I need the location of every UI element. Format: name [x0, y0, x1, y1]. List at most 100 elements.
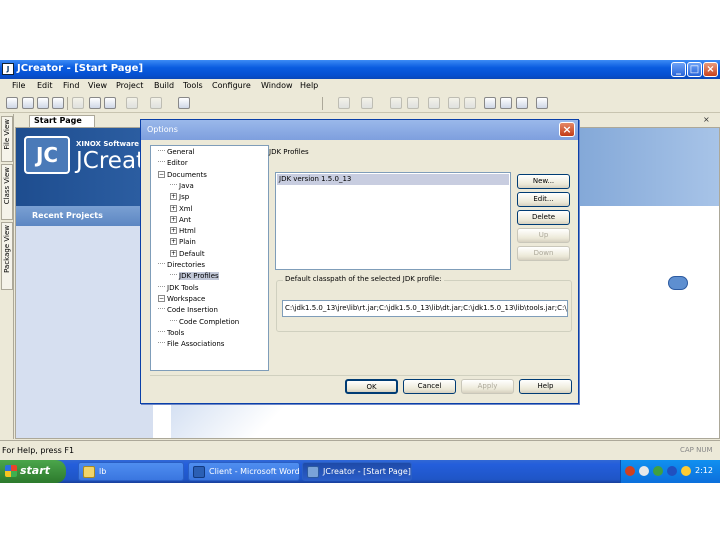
minimize-button[interactable]: _: [671, 62, 686, 77]
menu-build[interactable]: Build: [154, 81, 174, 90]
task-jcreator[interactable]: JCreator - [Start Page]: [302, 462, 412, 481]
tab-start-page[interactable]: Start Page: [29, 115, 95, 127]
undo-icon[interactable]: [126, 97, 138, 109]
tree-item[interactable]: + Ant: [170, 215, 191, 226]
title-bar[interactable]: J JCreator - [Start Page] _ □ ×: [0, 60, 720, 79]
task-word[interactable]: Client - Microsoft Word: [188, 462, 300, 481]
tree-item[interactable]: Code Insertion: [158, 305, 218, 316]
tree-connector: [158, 263, 165, 264]
tab-package-view[interactable]: Package View: [1, 222, 13, 290]
task-lb[interactable]: lb: [78, 462, 184, 481]
help-button[interactable]: Help: [519, 379, 572, 394]
jdk-profiles-list[interactable]: JDK version 1.5.0_13: [275, 172, 511, 270]
breakpoint-icon[interactable]: [407, 97, 419, 109]
cut-icon[interactable]: [72, 97, 84, 109]
volume-icon[interactable]: [639, 466, 649, 476]
save-icon[interactable]: [37, 97, 49, 109]
tree-item[interactable]: Directories: [158, 260, 205, 271]
tree-connector: [158, 342, 165, 344]
up-button[interactable]: Up: [517, 228, 570, 243]
tab-class-view[interactable]: Class View: [1, 164, 13, 220]
tray-arrow-icon[interactable]: [625, 466, 635, 476]
tree-item[interactable]: − Documents: [158, 170, 207, 181]
stop-icon[interactable]: [390, 97, 402, 109]
redo-icon[interactable]: [150, 97, 162, 109]
paste-icon[interactable]: [104, 97, 116, 109]
close-button[interactable]: ×: [703, 62, 718, 77]
task-label: JCreator - [Start Page]: [323, 467, 411, 476]
tree-item[interactable]: JDK Profiles: [170, 271, 219, 282]
new-button[interactable]: New...: [517, 174, 570, 189]
tree-item[interactable]: + Jsp: [170, 192, 189, 203]
copy-icon[interactable]: [89, 97, 101, 109]
new-file-icon[interactable]: [6, 97, 18, 109]
expand-icon[interactable]: +: [170, 215, 177, 223]
tree-item-label: General: [167, 148, 195, 156]
find-icon[interactable]: [178, 97, 190, 109]
word-icon: [193, 466, 205, 478]
jdk-profile-item[interactable]: JDK version 1.5.0_13: [277, 174, 509, 185]
debug-icon[interactable]: [361, 97, 373, 109]
cancel-button[interactable]: Cancel: [403, 379, 456, 394]
down-button[interactable]: Down: [517, 246, 570, 261]
run-icon[interactable]: [338, 97, 350, 109]
tree-item[interactable]: Code Completion: [170, 317, 239, 328]
forward-icon[interactable]: [464, 97, 476, 109]
panel-icon[interactable]: [484, 97, 496, 109]
tree-item[interactable]: JDK Tools: [158, 283, 199, 294]
tree-item[interactable]: − Workspace: [158, 294, 205, 305]
menu-tools[interactable]: Tools: [183, 81, 203, 90]
edit-button[interactable]: Edit...: [517, 192, 570, 207]
tree-item-label: Editor: [167, 159, 188, 168]
tree-item-label: File Associations: [167, 340, 225, 349]
menu-view[interactable]: View: [88, 81, 107, 90]
menu-window[interactable]: Window: [261, 81, 293, 90]
menu-project[interactable]: Project: [116, 81, 143, 90]
tab-file-view[interactable]: File View: [1, 116, 13, 162]
expand-icon[interactable]: +: [170, 204, 177, 212]
menu-file[interactable]: File: [12, 81, 25, 90]
tree-item[interactable]: + Html: [170, 226, 196, 237]
dialog-title-bar[interactable]: Options ×: [141, 120, 578, 140]
menu-edit[interactable]: Edit: [37, 81, 53, 90]
open-folder-icon[interactable]: [22, 97, 34, 109]
window-title: JCreator - [Start Page]: [17, 63, 144, 74]
tree-item[interactable]: Editor: [158, 158, 188, 169]
classpath-field[interactable]: C:\jdk1.5.0_13\jre\lib\rt.jar;C:\jdk1.5.…: [282, 300, 568, 317]
menu-help[interactable]: Help: [300, 81, 318, 90]
tree-item[interactable]: + Default: [170, 249, 205, 260]
expand-icon[interactable]: +: [170, 249, 177, 257]
help-icon[interactable]: [536, 97, 548, 109]
output-icon[interactable]: [500, 97, 512, 109]
maximize-button[interactable]: □: [687, 62, 702, 77]
tree-item[interactable]: + Xml: [170, 204, 193, 215]
tree-item[interactable]: Tools: [158, 328, 184, 339]
help-bubble-icon[interactable]: [668, 276, 688, 290]
tree-item[interactable]: File Associations: [158, 339, 224, 350]
update-icon[interactable]: [681, 466, 691, 476]
menu-find[interactable]: Find: [63, 81, 79, 90]
close-tab-icon[interactable]: ×: [703, 115, 710, 124]
tree-item[interactable]: Java: [170, 181, 194, 192]
options-tree: General Editor − Documents Java + Jsp + Xml + Ant +…: [150, 145, 269, 371]
dialog-close-button[interactable]: ×: [559, 122, 575, 137]
expand-icon[interactable]: +: [170, 227, 177, 235]
ok-button[interactable]: OK: [345, 379, 398, 394]
expand-icon[interactable]: +: [170, 193, 177, 201]
collapse-icon[interactable]: −: [158, 170, 165, 178]
delete-button[interactable]: Delete: [517, 210, 570, 225]
menu-configure[interactable]: Configure: [212, 81, 251, 90]
collapse-icon[interactable]: −: [158, 294, 165, 302]
layout-icon[interactable]: [516, 97, 528, 109]
clear-icon[interactable]: [428, 97, 440, 109]
save-all-icon[interactable]: [52, 97, 64, 109]
start-button[interactable]: start: [0, 460, 66, 483]
tree-item[interactable]: + Plain: [170, 237, 196, 248]
network-icon[interactable]: [653, 466, 663, 476]
security-icon[interactable]: [667, 466, 677, 476]
back-icon[interactable]: [448, 97, 460, 109]
side-tab-strip: File View Class View Package View: [0, 114, 14, 439]
apply-button[interactable]: Apply: [461, 379, 514, 394]
expand-icon[interactable]: +: [170, 238, 177, 246]
tree-item[interactable]: General: [158, 147, 195, 158]
